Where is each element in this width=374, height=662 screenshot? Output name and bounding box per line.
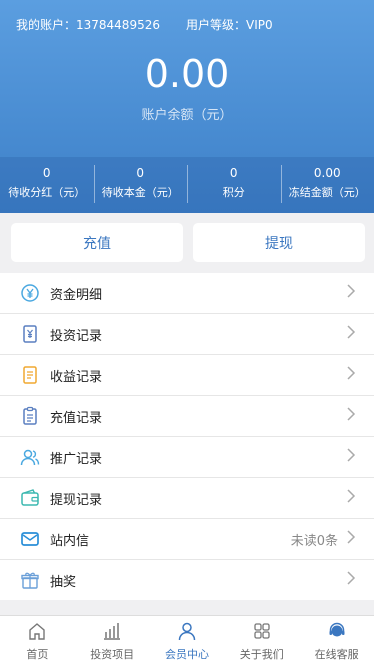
stat-points: 0 积分 bbox=[187, 157, 281, 213]
menu-item-label: 资金明细 bbox=[50, 284, 346, 303]
chevron-right-icon bbox=[346, 324, 356, 344]
bottom-tab-bar: 首页 投资项目 会员中心 关于我们 在线客服 bbox=[0, 615, 374, 662]
menu-item-investment-records[interactable]: 投资记录 bbox=[0, 314, 374, 355]
tab-about-us[interactable]: 关于我们 bbox=[224, 616, 299, 662]
stats-bar: 0 待收分红（元） 0 待收本金（元） 0 积分 0.00 冻结金额（元） bbox=[0, 157, 374, 213]
withdraw-button[interactable]: 提现 bbox=[193, 223, 365, 262]
yen-document-icon bbox=[20, 324, 40, 344]
stat-value: 0 bbox=[0, 166, 94, 180]
menu-item-label: 提现记录 bbox=[50, 489, 346, 508]
menu-item-withdrawal-records[interactable]: 提现记录 bbox=[0, 478, 374, 519]
chevron-right-icon bbox=[346, 570, 356, 590]
tab-label: 在线客服 bbox=[315, 646, 359, 662]
chevron-right-icon bbox=[346, 283, 356, 303]
bar-chart-icon bbox=[102, 621, 122, 646]
balance-label: 账户余额（元） bbox=[0, 104, 374, 123]
users-icon bbox=[20, 447, 40, 467]
stat-pending-dividend: 0 待收分红（元） bbox=[0, 157, 94, 213]
home-icon bbox=[27, 621, 47, 646]
wallet-icon bbox=[20, 488, 40, 508]
clipboard-icon bbox=[20, 406, 40, 426]
yen-circle-icon bbox=[20, 283, 40, 303]
tab-label: 会员中心 bbox=[165, 646, 209, 662]
stat-label: 待收分红（元） bbox=[0, 184, 94, 200]
account-header: 我的账户：13784489526 用户等级：VIP0 0.00 账户余额（元） … bbox=[0, 0, 374, 213]
mail-icon bbox=[20, 529, 40, 549]
balance-amount: 0.00 bbox=[0, 52, 374, 96]
stat-frozen-amount: 0.00 冻结金额（元） bbox=[281, 157, 374, 213]
headset-icon bbox=[327, 621, 347, 646]
menu-item-inbox[interactable]: 站内信 未读0条 bbox=[0, 519, 374, 560]
menu-item-fund-details[interactable]: 资金明细 bbox=[0, 273, 374, 314]
stat-label: 待收本金（元） bbox=[94, 184, 188, 200]
member-menu: 资金明细 投资记录 收益记录 充值记录 推广记录 提现记录 bbox=[0, 273, 374, 600]
menu-item-label: 抽奖 bbox=[50, 571, 346, 590]
chevron-right-icon bbox=[346, 447, 356, 467]
tab-member-center[interactable]: 会员中心 bbox=[150, 616, 225, 662]
tab-label: 首页 bbox=[26, 646, 48, 662]
chevron-right-icon bbox=[346, 529, 356, 549]
user-icon bbox=[177, 621, 197, 646]
stat-pending-principal: 0 待收本金（元） bbox=[94, 157, 188, 213]
stat-value: 0.00 bbox=[281, 166, 374, 180]
tab-home[interactable]: 首页 bbox=[0, 616, 75, 662]
menu-item-earnings-records[interactable]: 收益记录 bbox=[0, 355, 374, 396]
grid-icon bbox=[252, 621, 272, 646]
account-number: 我的账户：13784489526 bbox=[16, 16, 160, 33]
gift-icon bbox=[20, 570, 40, 590]
recharge-button[interactable]: 充值 bbox=[11, 223, 183, 262]
menu-item-promotion-records[interactable]: 推广记录 bbox=[0, 437, 374, 478]
chevron-right-icon bbox=[346, 365, 356, 385]
menu-item-label: 推广记录 bbox=[50, 448, 346, 467]
tab-investment-projects[interactable]: 投资项目 bbox=[75, 616, 150, 662]
stat-value: 0 bbox=[94, 166, 188, 180]
chevron-right-icon bbox=[346, 406, 356, 426]
tab-label: 投资项目 bbox=[90, 646, 134, 662]
tab-label: 关于我们 bbox=[240, 646, 284, 662]
menu-item-label: 投资记录 bbox=[50, 325, 346, 344]
stat-label: 积分 bbox=[187, 184, 281, 200]
menu-item-label: 站内信 bbox=[50, 530, 291, 549]
menu-item-label: 充值记录 bbox=[50, 407, 346, 426]
menu-item-recharge-records[interactable]: 充值记录 bbox=[0, 396, 374, 437]
tab-online-support[interactable]: 在线客服 bbox=[299, 616, 374, 662]
menu-item-lottery[interactable]: 抽奖 bbox=[0, 560, 374, 600]
menu-item-label: 收益记录 bbox=[50, 366, 346, 385]
chevron-right-icon bbox=[346, 488, 356, 508]
note-icon bbox=[20, 365, 40, 385]
unread-count: 未读0条 bbox=[291, 530, 338, 549]
stat-label: 冻结金额（元） bbox=[281, 184, 374, 200]
stat-value: 0 bbox=[187, 166, 281, 180]
user-level: 用户等级：VIP0 bbox=[186, 16, 273, 33]
